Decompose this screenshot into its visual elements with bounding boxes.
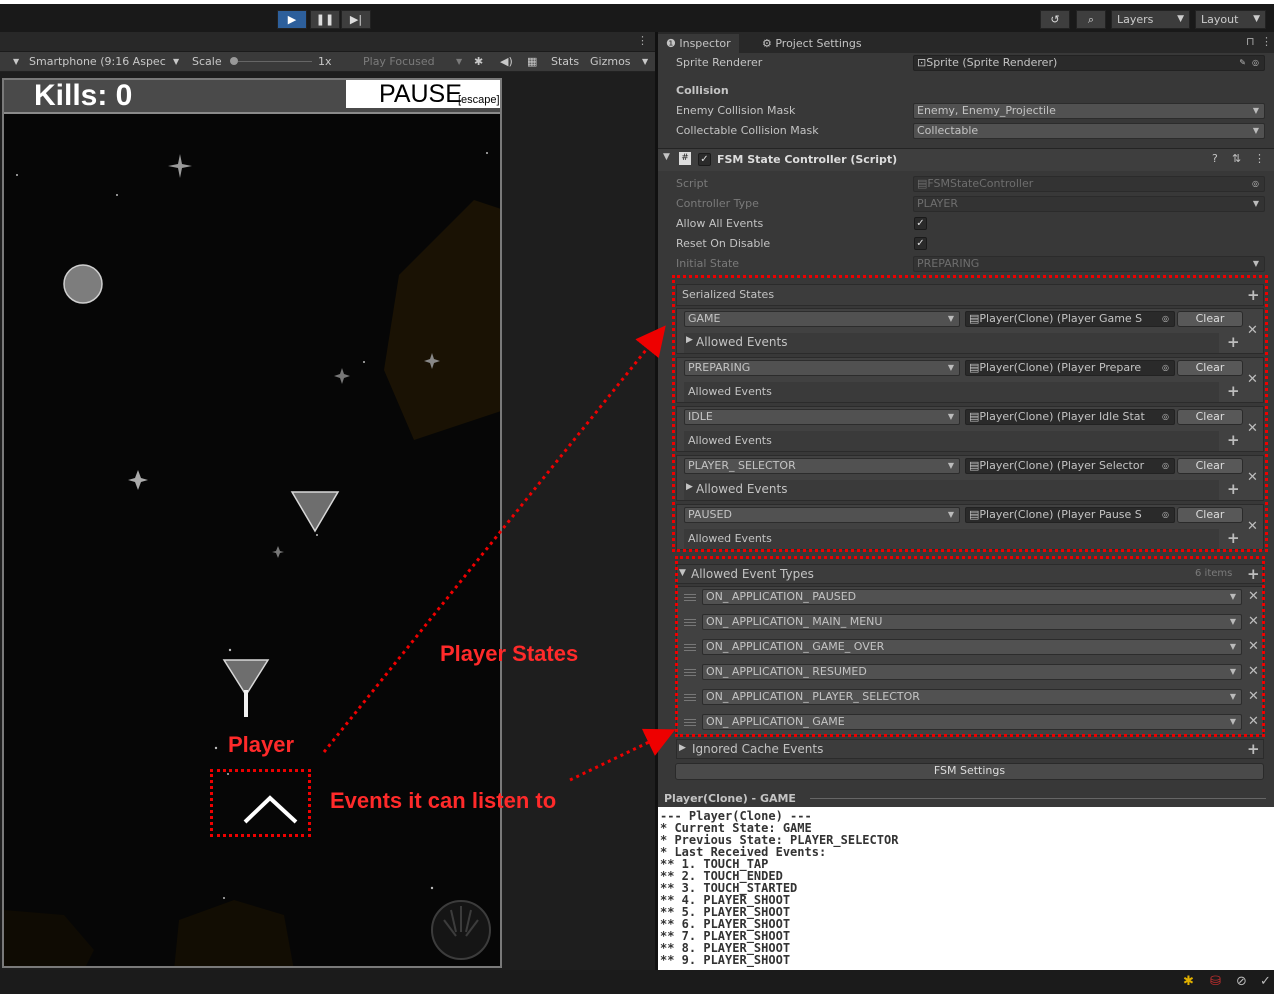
- arrow-to-events: [569, 728, 676, 782]
- player-annotation: Player: [228, 732, 295, 757]
- annotation-arrows: [322, 325, 676, 782]
- player-states-annotation: Player States: [440, 641, 579, 666]
- events-annotation: Events it can listen to: [330, 788, 557, 813]
- arrow-to-states: [322, 325, 666, 753]
